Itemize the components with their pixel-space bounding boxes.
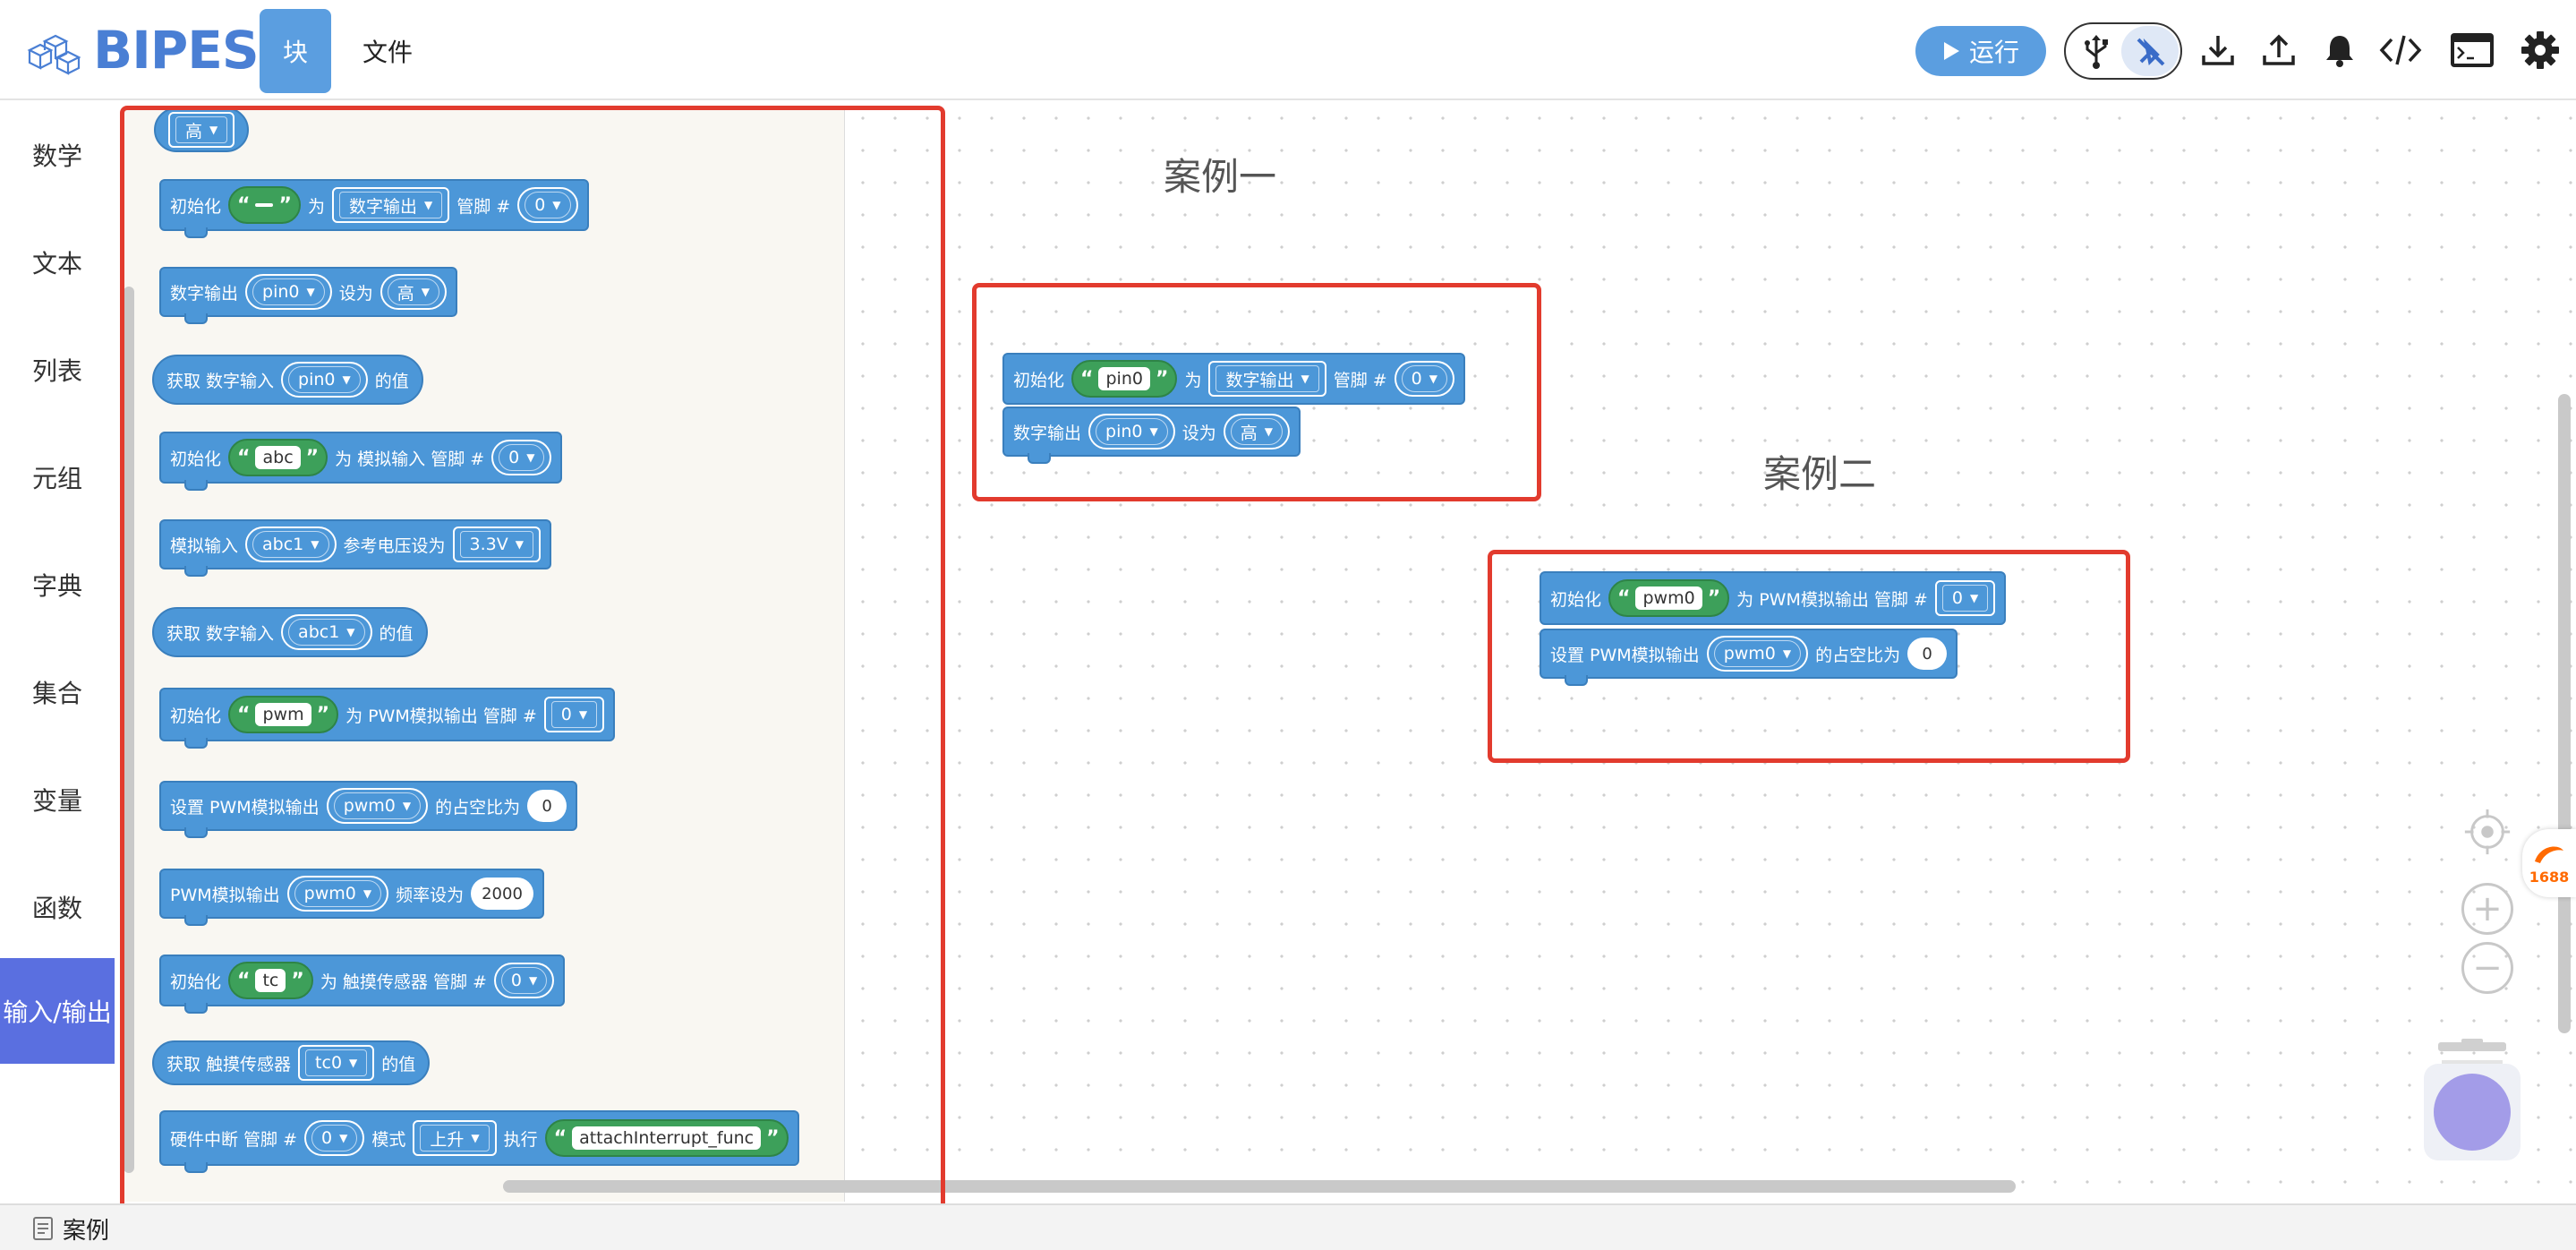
- terminal-icon[interactable]: [2447, 27, 2497, 73]
- dropdown-arrow-icon: ▼: [1429, 372, 1437, 385]
- pin-dropdown[interactable]: pin0 ▼: [1088, 414, 1175, 449]
- dropdown-arrow-icon: ▼: [1301, 372, 1309, 385]
- bottom-bar: 案例: [0, 1203, 2576, 1250]
- category-variables[interactable]: 变量: [0, 747, 115, 852]
- document-icon: [33, 1217, 53, 1240]
- case1-digital-out-block[interactable]: 数字输出 pin0 ▼ 设为 高 ▼: [1002, 407, 1301, 464]
- dropdown-arrow-icon: ▼: [1782, 647, 1792, 660]
- play-icon: [1943, 42, 1959, 60]
- category-lists[interactable]: 列表: [0, 317, 115, 423]
- category-sets[interactable]: 集合: [0, 639, 115, 745]
- run-label: 运行: [1968, 38, 2019, 67]
- case2-init-pwm-block[interactable]: 初始化 “pwm0” 为 PWM模拟输出 管脚 # 0 ▼: [1540, 571, 2007, 625]
- category-tuples[interactable]: 元组: [0, 424, 115, 530]
- connection-toggle[interactable]: [2064, 22, 2182, 80]
- category-text[interactable]: 文本: [0, 210, 115, 315]
- recenter-icon[interactable]: [2461, 806, 2513, 858]
- ghost-icon: [2434, 1074, 2511, 1151]
- toggle-knob: [2121, 26, 2179, 76]
- duty-number-input[interactable]: 0: [1907, 638, 1948, 670]
- upload-icon[interactable]: [2256, 27, 2302, 73]
- case2-title: 案例二: [1763, 452, 1877, 496]
- variable-dropdown[interactable]: pwm0 ▼: [1706, 636, 1809, 672]
- code-icon[interactable]: [2377, 27, 2424, 73]
- logo-cubes-icon: [27, 34, 81, 75]
- pin-dropdown[interactable]: 0 ▼: [1934, 580, 1996, 616]
- bell-icon[interactable]: [2316, 27, 2363, 73]
- top-toolbar: BIPES 块 文件 运行: [0, 0, 2576, 100]
- case1-init-block[interactable]: 初始化 “pin0” 为 数字输出 ▼ 管脚 # 0 ▼: [1002, 353, 1465, 405]
- string-block[interactable]: “pwm0”: [1608, 579, 1730, 617]
- download-icon[interactable]: [2195, 27, 2241, 73]
- logo-text: BIPES: [93, 20, 260, 81]
- case1-title: 案例一: [1164, 155, 1277, 199]
- app-window: BIPES 块 文件 运行 数学 文本 列表 元组 字典 集合 变量 函数 输入…: [0, 0, 2576, 1250]
- category-sidebar: 数学 文本 列表 元组 字典 集合 变量 函数 输入/输出 +: [0, 102, 115, 1250]
- tab-files[interactable]: 文件: [347, 9, 428, 93]
- category-io[interactable]: 输入/输出: [0, 958, 115, 1064]
- mode-dropdown[interactable]: 数字输出 ▼: [1208, 361, 1326, 397]
- run-button[interactable]: 运行: [1915, 26, 2046, 76]
- dropdown-arrow-icon: ▼: [1969, 592, 1979, 604]
- dropdown-arrow-icon: ▼: [1264, 425, 1273, 438]
- pin-dropdown[interactable]: 0 ▼: [1394, 361, 1454, 397]
- assistant-avatar[interactable]: [2424, 1064, 2521, 1160]
- examples-tab[interactable]: 案例: [32, 1211, 109, 1246]
- tab-blocks[interactable]: 块: [260, 9, 331, 93]
- category-functions[interactable]: 函数: [0, 854, 115, 960]
- zoom-out-icon[interactable]: −: [2461, 942, 2513, 994]
- usb-icon: [2085, 35, 2108, 69]
- flyout-highlight-box: [120, 106, 945, 1211]
- level-dropdown[interactable]: 高 ▼: [1223, 414, 1290, 449]
- brand-1688-badge[interactable]: 1688: [2522, 829, 2576, 897]
- category-dicts[interactable]: 字典: [0, 532, 115, 638]
- brand-logo-icon: [2535, 846, 2563, 863]
- dropdown-arrow-icon: ▼: [1149, 425, 1158, 438]
- zoom-in-icon[interactable]: +: [2461, 883, 2513, 935]
- category-math[interactable]: 数学: [0, 102, 115, 208]
- workspace-vertical-scrollbar[interactable]: [2558, 394, 2571, 1033]
- gear-icon[interactable]: [2517, 27, 2563, 73]
- string-block[interactable]: “pin0”: [1071, 360, 1178, 398]
- bipes-logo: BIPES: [25, 20, 260, 81]
- bluetooth-off-icon: [2137, 38, 2165, 66]
- case2-pwm-duty-block[interactable]: 设置 PWM模拟输出 pwm0 ▼ 的占空比为 0: [1540, 629, 1958, 686]
